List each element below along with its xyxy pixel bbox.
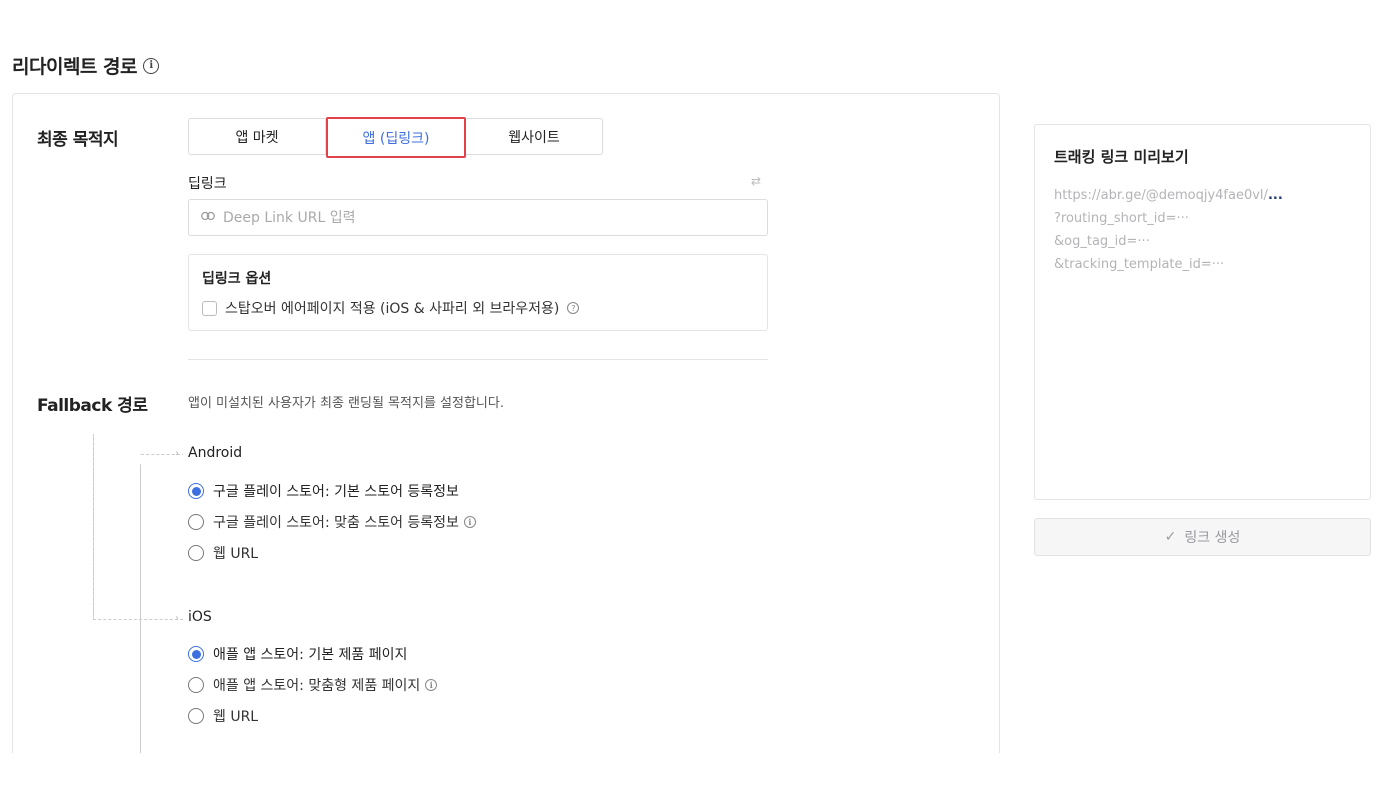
deeplink-url-field[interactable] [188,199,768,236]
ios-option-default-page[interactable]: 애플 앱 스토어: 기본 제품 페이지 [188,644,407,664]
tree-connector [93,619,183,620]
option-label: 웹 URL [213,546,259,562]
destination-label: 최종 목적지 [37,130,119,150]
stopover-option[interactable]: 스탑오버 에어페이지 적용 (iOS & 사파리 외 브라우저용) ? [202,298,754,318]
deeplink-label: 딥링크 [188,176,227,192]
radio-button[interactable] [188,708,204,724]
destination-tabs: 앱 마켓 앱 (딥링크) 웹사이트 [188,117,603,158]
option-label: 구글 플레이 스토어: 기본 스토어 등록정보 [213,484,459,500]
create-link-label: 링크 생성 [1184,530,1241,546]
preview-param: &tracking_template_id=··· [1054,257,1225,272]
android-option-custom-store[interactable]: 구글 플레이 스토어: 맞춤 스토어 등록정보 i [188,512,476,532]
tab-app-deeplink[interactable]: 앱 (딥링크) [326,117,466,158]
ios-option-web-url[interactable]: 웹 URL [188,706,258,726]
section-title: 리다이렉트 경로 i [12,52,159,79]
preview-url-base: https://abr.ge/@demoqjy4fae0vl/ [1054,188,1268,203]
option-label: 구글 플레이 스토어: 맞춤 스토어 등록정보 [213,515,459,531]
android-option-web-url[interactable]: 웹 URL [188,543,258,563]
radio-button[interactable] [188,646,204,662]
info-icon[interactable]: i [142,57,159,74]
arrow-icon: › [175,613,179,624]
option-label: 애플 앱 스토어: 기본 제품 페이지 [213,647,408,663]
tree-connector [93,434,94,619]
info-icon[interactable]: i [463,516,476,528]
arrow-icon: › [175,448,179,459]
preview-title: 트래킹 링크 미리보기 [1054,148,1189,166]
redirect-panel: 최종 목적지 앱 마켓 앱 (딥링크) 웹사이트 딥링크 ⇄ 딥링크 옵션 스탑… [12,93,1000,753]
fallback-label: Fallback 경로 [37,396,148,416]
tab-app-market[interactable]: 앱 마켓 [189,119,326,154]
link-icon [201,210,215,225]
radio-button[interactable] [188,514,204,530]
check-icon: ✓ [1164,529,1177,545]
tab-website[interactable]: 웹사이트 [466,119,602,154]
deeplink-options-box: 딥링크 옵션 스탑오버 에어페이지 적용 (iOS & 사파리 외 브라우저용)… [188,254,768,331]
swap-icon[interactable]: ⇄ [751,174,761,188]
tracking-link-preview: 트래킹 링크 미리보기 https://abr.ge/@demoqjy4fae0… [1034,124,1371,500]
radio-button[interactable] [188,545,204,561]
deeplink-options-title: 딥링크 옵션 [202,271,272,287]
tree-connector [140,464,141,753]
stopover-checkbox[interactable] [202,300,217,316]
fallback-description: 앱이 미설치된 사용자가 최종 랜딩될 목적지를 설정합니다. [188,396,504,411]
preview-param: &og_tag_id=··· [1054,234,1150,249]
info-icon[interactable]: i [425,679,438,691]
option-label: 애플 앱 스토어: 맞춤형 제품 페이지 [213,678,421,694]
preview-param: ?routing_short_id=··· [1054,211,1189,226]
preview-url: https://abr.ge/@demoqjy4fae0vl/... [1054,184,1351,207]
android-option-default-store[interactable]: 구글 플레이 스토어: 기본 스토어 등록정보 [188,481,459,501]
ios-label: iOS [188,609,212,625]
android-label: Android [188,445,243,461]
ios-option-custom-page[interactable]: 애플 앱 스토어: 맞춤형 제품 페이지 i [188,675,438,695]
create-link-button[interactable]: ✓ 링크 생성 [1034,518,1371,556]
option-label: 웹 URL [213,709,259,725]
radio-button[interactable] [188,677,204,693]
section-title-text: 리다이렉트 경로 [12,56,137,78]
question-icon[interactable]: ? [567,302,580,314]
stopover-label: 스탑오버 에어페이지 적용 (iOS & 사파리 외 브라우저용) [225,301,560,317]
divider [188,359,768,360]
deeplink-url-input[interactable] [223,209,743,226]
preview-url-ellipsis: ... [1267,188,1283,203]
radio-button[interactable] [188,483,204,499]
